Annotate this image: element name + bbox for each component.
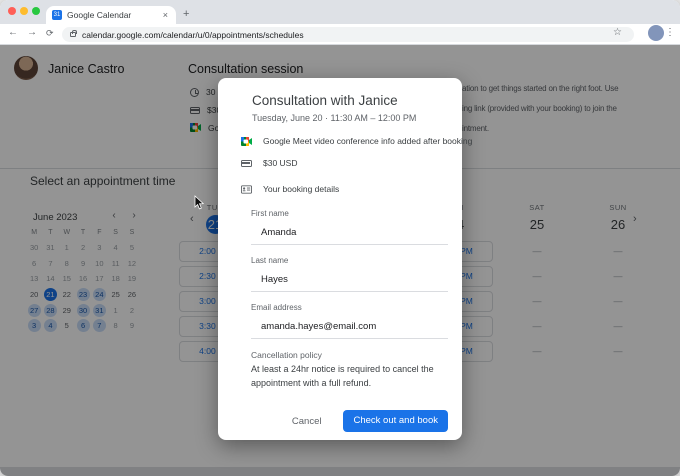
checkout-and-book-button[interactable]: Check out and book [343, 410, 448, 432]
browser-profile-avatar[interactable] [648, 25, 664, 41]
first-name-value[interactable]: Amanda [251, 218, 448, 244]
lock-icon [70, 30, 77, 37]
new-tab-button[interactable]: + [183, 8, 189, 20]
last-name-label: Last name [251, 256, 289, 265]
tab-google-calendar[interactable]: 31 Google Calendar × [46, 6, 176, 24]
address-bar[interactable]: calendar.google.com/calendar/u/0/appoint… [62, 27, 634, 42]
email-field[interactable]: Email address amanda.hayes@email.com [251, 303, 448, 339]
bookmark-star-icon[interactable]: ☆ [613, 27, 622, 38]
first-name-field[interactable]: First name Amanda [251, 209, 448, 245]
page-viewport: Janice Castro Consultation session 30 mi… [0, 45, 680, 476]
last-name-value[interactable]: Hayes [251, 265, 448, 291]
browser-window: 31 Google Calendar × + ← → ⟳ calendar.go… [0, 0, 680, 476]
cancel-button[interactable]: Cancel [292, 416, 322, 427]
reload-icon[interactable]: ⟳ [46, 28, 54, 39]
browser-toolbar: ← → ⟳ calendar.google.com/calendar/u/0/a… [0, 24, 680, 45]
booking-dialog: Consultation with Janice Tuesday, June 2… [218, 78, 472, 440]
mouse-cursor [194, 195, 205, 210]
google-meet-icon [241, 136, 252, 146]
url-text: calendar.google.com/calendar/u/0/appoint… [82, 29, 304, 40]
dialog-actions: Cancel Check out and book [292, 410, 448, 432]
contact-card-icon [241, 184, 252, 194]
credit-card-icon [241, 159, 252, 167]
first-name-label: First name [251, 209, 289, 218]
browser-menu-icon[interactable]: ⋮ [665, 27, 675, 38]
last-name-field[interactable]: Last name Hayes [251, 256, 448, 292]
tab-title: Google Calendar [67, 10, 132, 20]
booking-details-heading: Your booking details [263, 184, 340, 194]
email-label: Email address [251, 303, 302, 312]
close-window-button[interactable] [8, 7, 16, 15]
dialog-datetime: Tuesday, June 20 · 11:30 AM – 12:00 PM [252, 113, 417, 123]
minimize-window-button[interactable] [20, 7, 28, 15]
tab-strip: 31 Google Calendar × + [0, 0, 680, 24]
dialog-price-row: $30 USD [241, 158, 298, 168]
calendar-favicon-icon: 31 [52, 10, 62, 20]
meet-info-text: Google Meet video conference info added … [263, 136, 473, 146]
dialog-booking-details-row: Your booking details [241, 184, 339, 194]
cancellation-policy-label: Cancellation policy [251, 350, 322, 360]
back-icon[interactable]: ← [8, 27, 18, 38]
price-text: $30 USD [263, 158, 298, 168]
forward-icon[interactable]: → [27, 27, 37, 38]
dialog-title: Consultation with Janice [252, 93, 398, 108]
email-value[interactable]: amanda.hayes@email.com [251, 312, 448, 338]
cancellation-policy-text: At least a 24hr notice is required to ca… [251, 364, 434, 388]
close-tab-icon[interactable]: × [161, 10, 170, 20]
dialog-meet-row: Google Meet video conference info added … [241, 136, 472, 146]
zoom-window-button[interactable] [32, 7, 40, 15]
